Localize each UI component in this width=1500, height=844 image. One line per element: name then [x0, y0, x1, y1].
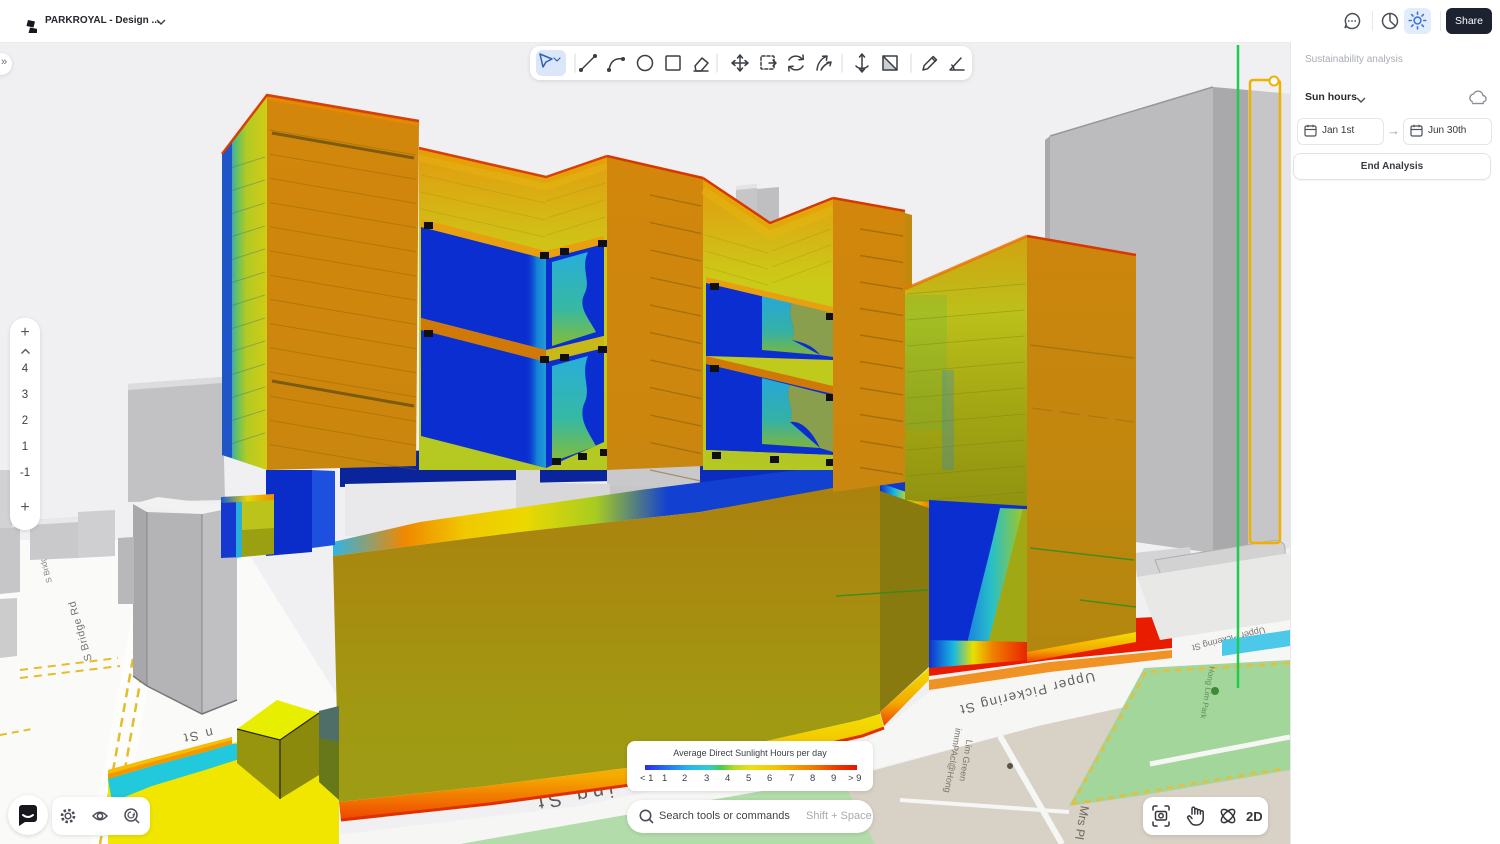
- svg-text:2D: 2D: [1246, 809, 1263, 824]
